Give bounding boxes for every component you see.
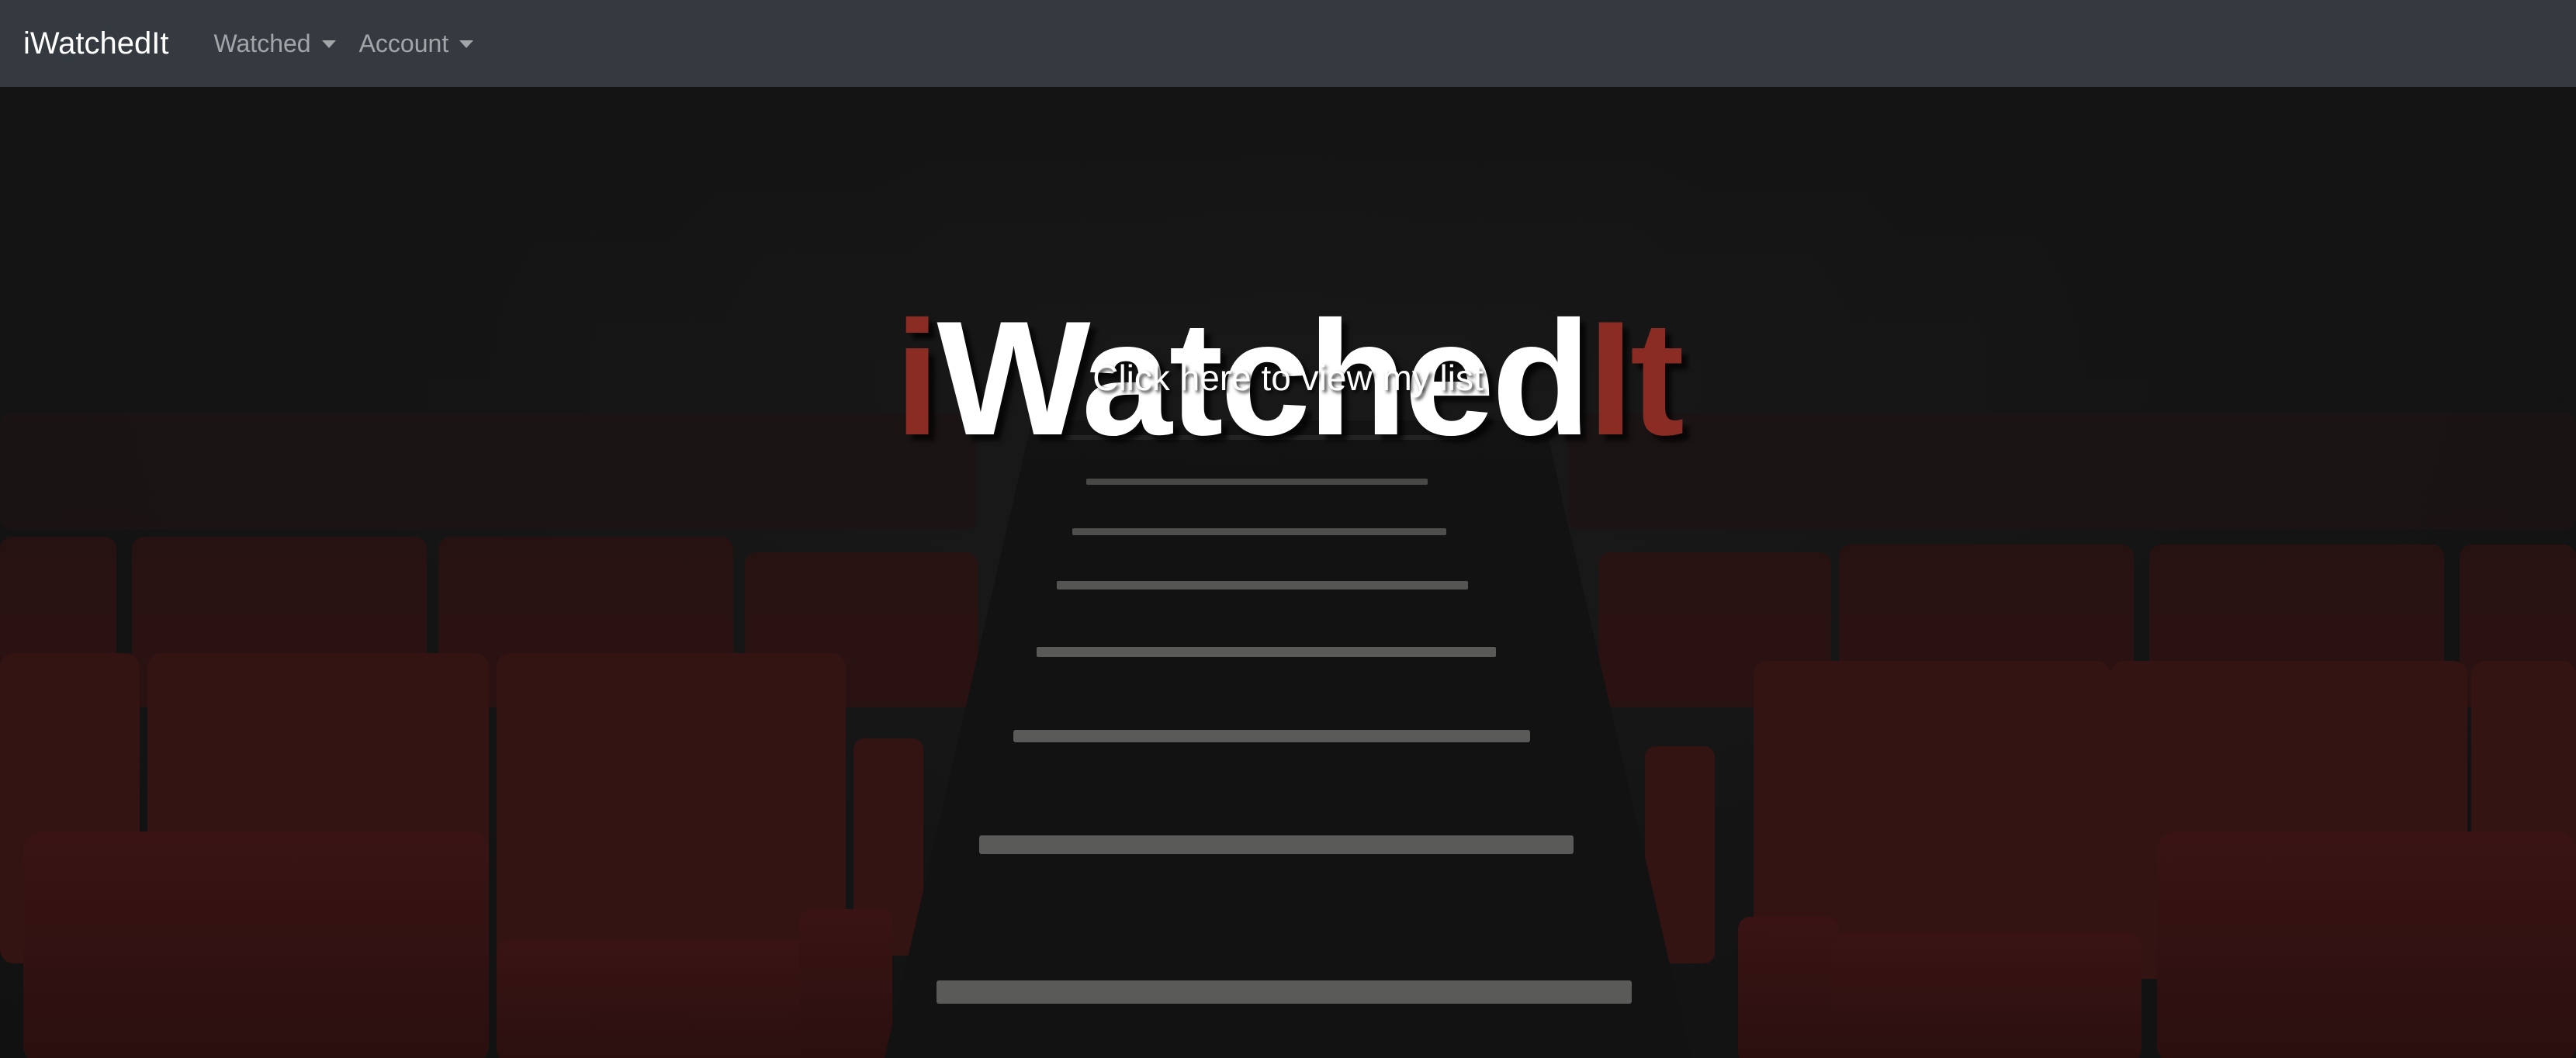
chevron-down-icon	[459, 40, 474, 48]
navbar: iWatchedIt Watched Account	[0, 0, 2576, 87]
hero-link-container: Click here to view my list	[0, 357, 2576, 399]
nav-dropdown-watched-label: Watched	[213, 29, 311, 57]
chevron-down-icon	[321, 40, 336, 48]
nav-dropdown-account[interactable]: Account	[359, 29, 474, 58]
navbar-brand[interactable]: iWatchedIt	[23, 26, 168, 61]
nav-dropdown-account-label: Account	[358, 29, 449, 57]
theater-background-image	[0, 87, 2576, 1058]
view-my-list-link[interactable]: Click here to view my list	[1092, 358, 1484, 398]
nav-dropdown-watched[interactable]: Watched	[213, 29, 336, 58]
hero-section: iWatchedIt Click here to view my list	[0, 87, 2576, 1058]
